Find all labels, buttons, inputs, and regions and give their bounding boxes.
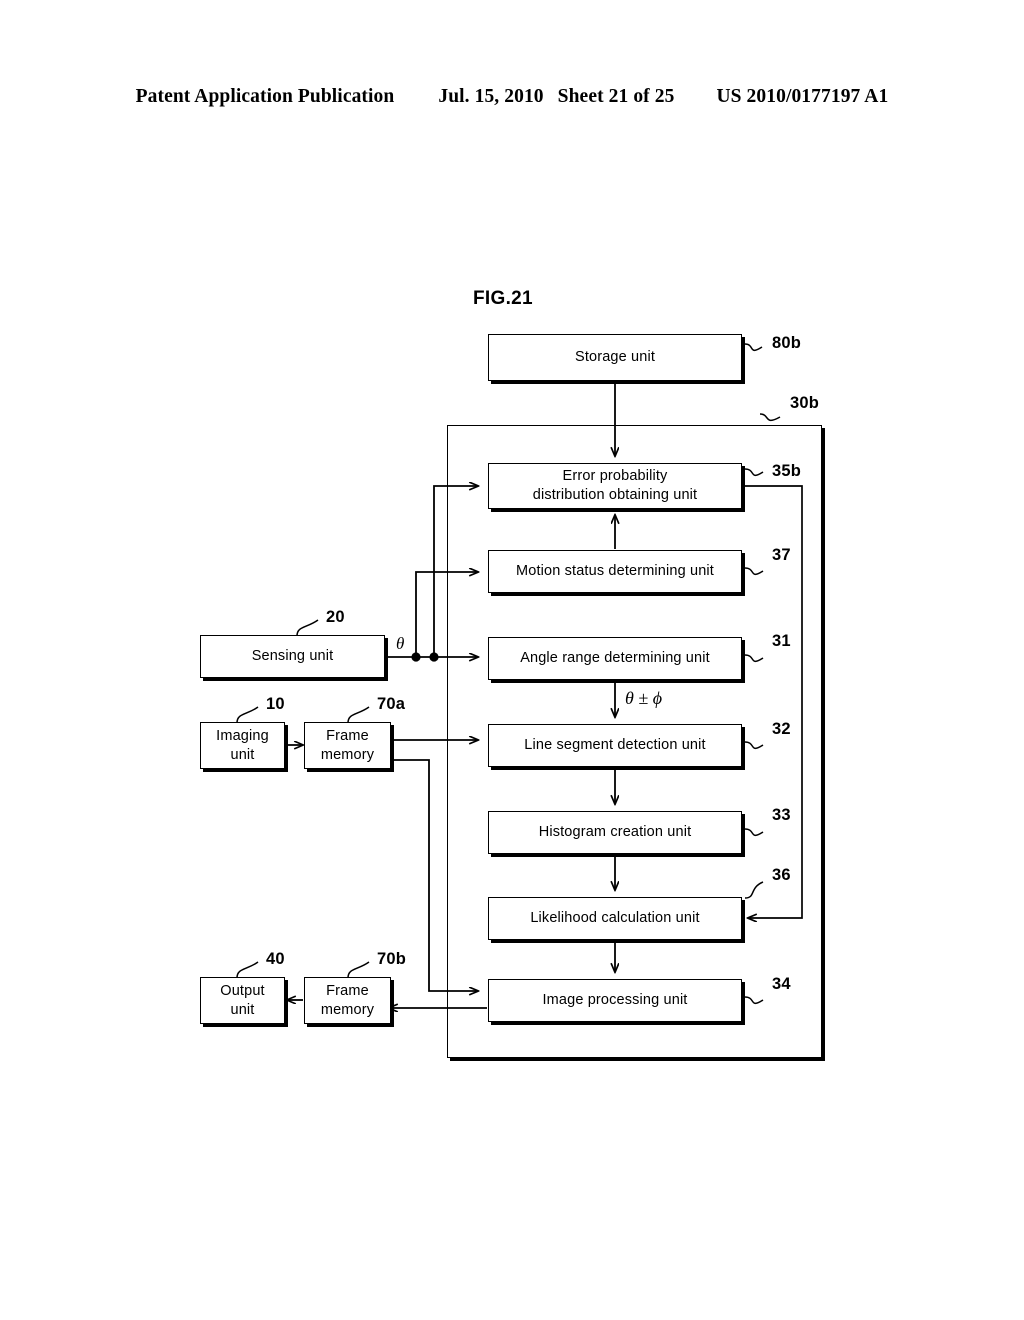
ref-70b: 70b bbox=[377, 950, 407, 968]
ref-30b: 30b bbox=[790, 394, 820, 412]
block-output-unit[interactable]: Output unit bbox=[200, 977, 285, 1024]
block-label: Motion status determining unit bbox=[516, 563, 714, 580]
signal-label-theta: θ bbox=[396, 634, 405, 653]
block-label: Output unit bbox=[220, 982, 265, 1018]
block-label: Histogram creation unit bbox=[538, 824, 692, 841]
block-label: Storage unit bbox=[575, 349, 655, 366]
block-label: Angle range determining unit bbox=[520, 650, 710, 667]
block-label: Frame memory bbox=[320, 982, 375, 1018]
block-label: Likelihood calculation unit bbox=[530, 910, 700, 927]
block-storage-unit[interactable]: Storage unit bbox=[488, 334, 742, 381]
block-label: Image processing unit bbox=[542, 992, 688, 1009]
block-frame-memory-70a[interactable]: Frame memory bbox=[304, 722, 391, 769]
junction-dot bbox=[411, 652, 421, 662]
block-label: Error probability distribution obtaining … bbox=[532, 468, 698, 503]
block-error-probability-distribution-obtaining-unit[interactable]: Error probability distribution obtaining … bbox=[488, 463, 742, 509]
block-motion-status-determining-unit[interactable]: Motion status determining unit bbox=[488, 550, 742, 593]
ref-40: 40 bbox=[266, 950, 285, 968]
ref-33: 33 bbox=[772, 806, 791, 824]
block-image-processing-unit[interactable]: Image processing unit bbox=[488, 979, 742, 1022]
ref-80b: 80b bbox=[772, 334, 802, 352]
signal-label-theta-range: θ ± ϕ bbox=[625, 688, 663, 708]
block-histogram-creation-unit[interactable]: Histogram creation unit bbox=[488, 811, 742, 854]
ref-10: 10 bbox=[266, 695, 285, 713]
ref-35b: 35b bbox=[772, 462, 802, 480]
junction-dot bbox=[429, 652, 439, 662]
block-imaging-unit[interactable]: Imaging unit bbox=[200, 722, 285, 769]
block-label: Line segment detection unit bbox=[524, 737, 706, 754]
ref-70a: 70a bbox=[377, 695, 406, 713]
ref-31: 31 bbox=[772, 632, 791, 650]
block-label: Imaging unit bbox=[216, 727, 269, 763]
ref-20: 20 bbox=[326, 608, 345, 626]
block-angle-range-determining-unit[interactable]: Angle range determining unit bbox=[488, 637, 742, 680]
block-sensing-unit[interactable]: Sensing unit bbox=[200, 635, 385, 678]
block-likelihood-calculation-unit[interactable]: Likelihood calculation unit bbox=[488, 897, 742, 940]
block-label: Frame memory bbox=[320, 727, 375, 763]
block-diagram: Storage unit Error probability distributi… bbox=[0, 0, 1024, 1320]
block-frame-memory-70b[interactable]: Frame memory bbox=[304, 977, 391, 1024]
ref-37: 37 bbox=[772, 546, 791, 564]
ref-34: 34 bbox=[772, 975, 791, 993]
block-label: Sensing unit bbox=[251, 648, 334, 665]
ref-36: 36 bbox=[772, 866, 791, 884]
block-line-segment-detection-unit[interactable]: Line segment detection unit bbox=[488, 724, 742, 767]
ref-32: 32 bbox=[772, 720, 791, 738]
